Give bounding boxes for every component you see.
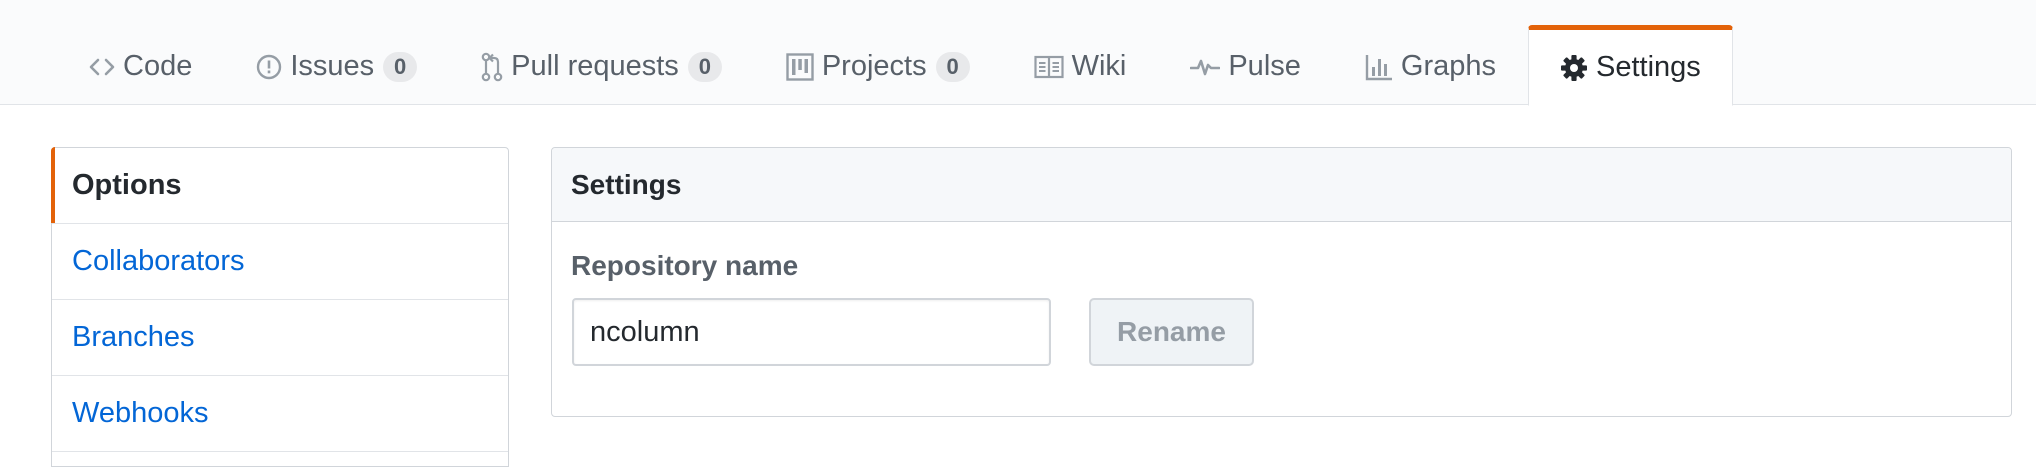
issues-count-badge: 0 — [383, 51, 418, 82]
project-icon — [786, 52, 814, 81]
tab-code-label: Code — [123, 50, 193, 82]
tab-pull-requests-label: Pull requests — [511, 50, 679, 82]
settings-box-title: Settings — [552, 148, 2011, 222]
repo-nav-tabs: Code Issues 0 Pull requests 0 Projects 0 — [57, 25, 1733, 106]
pulse-icon — [1190, 57, 1221, 77]
sidebar-item-collaborators-label: Collaborators — [72, 245, 245, 277]
graph-icon — [1365, 53, 1393, 81]
tab-settings[interactable]: Settings — [1528, 25, 1733, 106]
tab-wiki-label: Wiki — [1071, 50, 1127, 82]
tab-graphs[interactable]: Graphs — [1333, 25, 1528, 105]
tab-wiki[interactable]: Wiki — [1002, 25, 1159, 105]
tab-settings-label: Settings — [1596, 51, 1701, 83]
sidebar-item-webhooks-label: Webhooks — [72, 397, 209, 429]
issue-icon — [256, 54, 282, 80]
sidebar-item-branches-label: Branches — [72, 321, 195, 353]
settings-box-body: Repository name Rename — [552, 222, 2011, 417]
tab-projects[interactable]: Projects 0 — [754, 25, 1002, 105]
sidebar-item-webhooks[interactable]: Webhooks — [52, 376, 508, 452]
tab-projects-label: Projects — [821, 50, 927, 82]
rename-button[interactable]: Rename — [1089, 298, 1254, 366]
repository-name-input[interactable] — [572, 298, 1051, 366]
tab-pulse-label: Pulse — [1228, 50, 1301, 82]
sidebar-item-options[interactable]: Options — [51, 147, 508, 224]
pull-request-icon — [481, 52, 503, 82]
sidebar-item-collaborators[interactable]: Collaborators — [52, 224, 508, 300]
gear-icon — [1560, 54, 1588, 82]
sidebar-item-options-label: Options — [72, 169, 182, 201]
tab-issues[interactable]: Issues 0 — [224, 25, 449, 105]
settings-box: Settings Repository name Rename — [551, 147, 2012, 417]
repo-nav: Code Issues 0 Pull requests 0 Projects 0 — [0, 0, 2036, 106]
code-icon — [89, 56, 115, 78]
tab-issues-label: Issues — [290, 50, 375, 82]
sidebar-item-branches[interactable]: Branches — [52, 300, 508, 376]
projects-count-badge: 0 — [935, 51, 970, 82]
repository-name-label: Repository name — [571, 250, 799, 281]
settings-sidebar-menu: Options Collaborators Branches Webhooks — [51, 147, 509, 467]
tab-pull-requests[interactable]: Pull requests 0 — [449, 25, 754, 105]
tab-code[interactable]: Code — [57, 25, 224, 105]
pull-requests-count-badge: 0 — [687, 51, 722, 82]
tab-pulse[interactable]: Pulse — [1158, 25, 1333, 105]
tab-graphs-label: Graphs — [1400, 50, 1496, 82]
book-icon — [1033, 55, 1064, 79]
